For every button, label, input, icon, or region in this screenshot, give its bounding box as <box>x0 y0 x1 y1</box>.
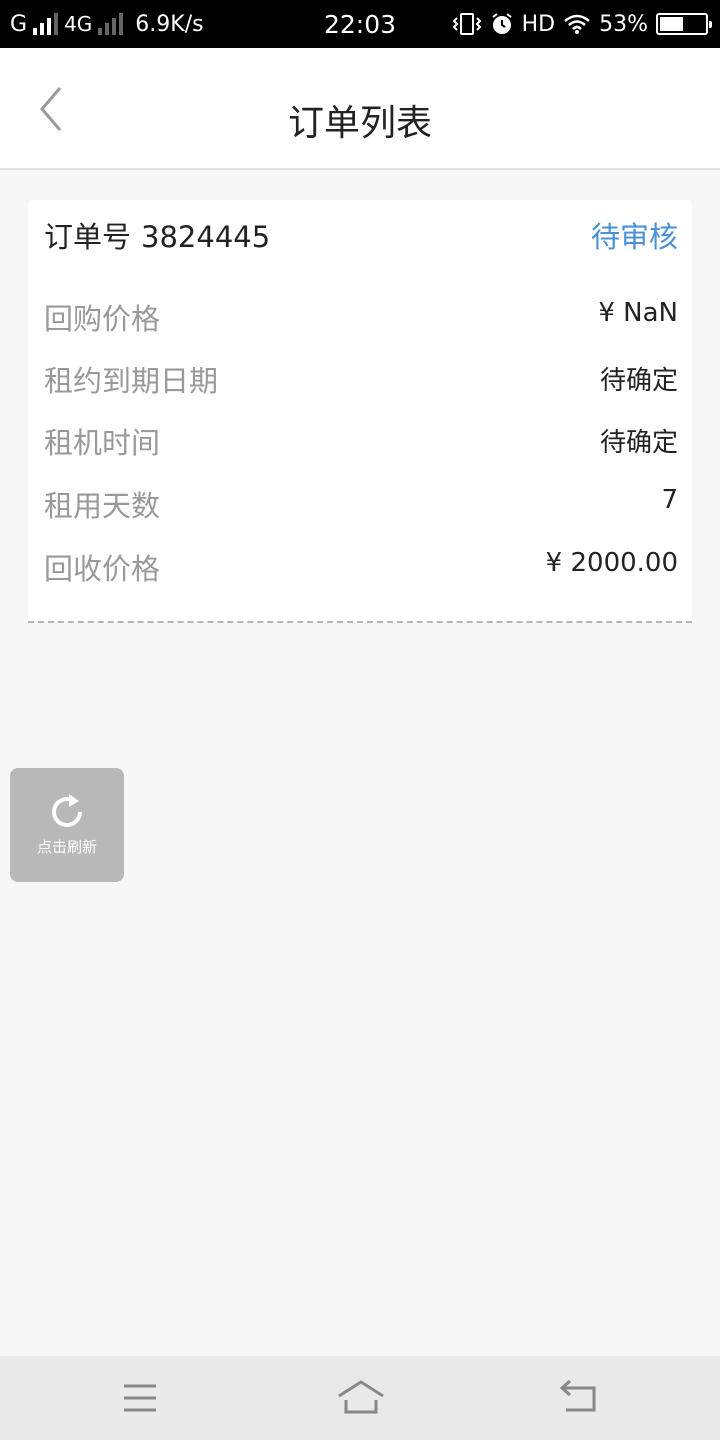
battery-percent: 53% <box>599 11 648 37</box>
wifi-icon <box>564 14 590 34</box>
rental-days-row: 租用天数 7 <box>44 483 678 523</box>
page-title: 订单列表 <box>287 103 432 144</box>
order-number: 订单号 3824445 <box>44 214 270 256</box>
back-arrow-icon <box>559 1379 596 1412</box>
status-bar: G 4G 6.9K/s 22:03 HD 53% <box>0 0 720 48</box>
row-label: 租约到期日期 <box>44 364 219 398</box>
menu-icon <box>124 1384 156 1412</box>
back-nav-button[interactable] <box>556 1376 604 1420</box>
vibrate-icon <box>452 13 482 35</box>
row-value: 7 <box>661 485 678 515</box>
row-value: ¥ NaN <box>598 298 678 328</box>
hd-label: HD <box>521 11 556 37</box>
row-value: 待确定 <box>599 428 678 458</box>
home-button[interactable] <box>336 1376 386 1420</box>
status-right: HD 53% <box>452 0 712 48</box>
row-label: 租机时间 <box>44 426 161 460</box>
row-label: 回购价格 <box>44 302 161 336</box>
lease-expiry-row: 租约到期日期 待确定 <box>44 358 678 398</box>
refresh-icon <box>52 794 82 827</box>
app-header: 订单列表 <box>0 48 720 170</box>
order-status-badge: 待审核 <box>590 220 678 254</box>
system-nav-bar <box>0 1356 720 1440</box>
dashed-divider <box>28 621 692 623</box>
refresh-button[interactable]: 点击刷新 <box>10 768 124 882</box>
order-card[interactable]: 订单号 3824445 待审核 回购价格 ¥ NaN 租约到期日期 待确定 租机时… <box>28 200 692 622</box>
alarm-icon <box>492 13 512 34</box>
battery-fill <box>660 17 683 31</box>
battery-icon <box>656 13 712 35</box>
menu-button[interactable] <box>116 1376 164 1420</box>
home-icon <box>338 1380 384 1414</box>
order-number-label: 订单号 <box>44 220 132 254</box>
buyback-price-row: 回购价格 ¥ NaN <box>44 296 678 336</box>
recycle-price-row: 回收价格 ¥ 2000.00 <box>44 546 678 586</box>
row-value: 待确定 <box>599 366 678 396</box>
row-value: ¥ 2000.00 <box>545 548 678 578</box>
order-number-value: 3824445 <box>141 220 271 254</box>
row-label: 回收价格 <box>44 552 161 586</box>
refresh-label: 点击刷新 <box>36 838 97 856</box>
row-label: 租用天数 <box>44 489 161 523</box>
rental-time-row: 租机时间 待确定 <box>44 420 678 460</box>
